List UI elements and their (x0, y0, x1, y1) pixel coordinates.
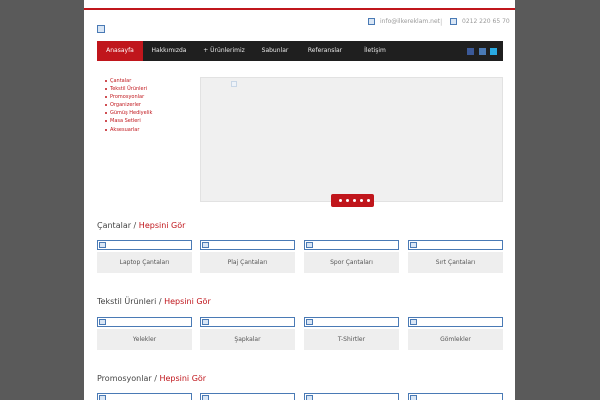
email-contact[interactable]: info@ilkereklam.net (368, 16, 440, 28)
product-image[interactable] (408, 393, 503, 400)
slider-dot[interactable] (339, 199, 342, 202)
category-list: Çantalar Tekstil Ürünleri Promosyonlar O… (104, 77, 152, 134)
email-text[interactable]: info@ilkereklam.net (380, 18, 440, 25)
category-link[interactable]: Aksesuarlar (104, 126, 152, 134)
slide-image-icon (231, 81, 237, 87)
category-link[interactable]: Gümüş Hediyelik (104, 109, 152, 117)
product-image[interactable] (304, 240, 399, 250)
section-separator: / (156, 297, 165, 306)
product-card[interactable]: Gömlekler (408, 317, 503, 350)
see-all-link[interactable]: Hepsini Gör (159, 374, 206, 383)
image-placeholder-icon (306, 395, 313, 400)
category-link[interactable]: Organizerler (104, 101, 152, 109)
image-placeholder-icon (99, 242, 106, 248)
slider-dot[interactable] (353, 199, 356, 202)
image-placeholder-icon (202, 395, 209, 400)
product-label[interactable]: Plaj Çantaları (200, 252, 295, 273)
product-card[interactable]: Şapkalar (200, 317, 295, 350)
product-image[interactable] (97, 317, 192, 327)
category-link[interactable]: Promosyonlar (104, 93, 152, 101)
product-card[interactable]: Sırt Çantaları (408, 240, 503, 273)
slider-dot[interactable] (367, 199, 370, 202)
image-placeholder-icon (306, 319, 313, 325)
slider-dot[interactable] (346, 199, 349, 202)
section-name: Promosyonlar (97, 374, 152, 383)
product-image[interactable] (304, 317, 399, 327)
phone-icon (450, 18, 457, 25)
nav-item-anasayfa[interactable]: Anasayfa (97, 41, 143, 61)
email-icon (368, 18, 375, 25)
category-link[interactable]: Çantalar (104, 77, 152, 85)
product-label[interactable]: Gömlekler (408, 329, 503, 350)
product-image[interactable] (97, 393, 192, 400)
slider-pager (331, 194, 374, 207)
product-image[interactable] (97, 240, 192, 250)
phone-contact: 0212 220 65 70 (450, 16, 510, 28)
linkedin-icon[interactable] (479, 48, 486, 55)
product-card[interactable]: Yelekler (97, 317, 192, 350)
product-label[interactable]: Şapkalar (200, 329, 295, 350)
nav-item-referanslar[interactable]: Referanslar (297, 41, 353, 61)
image-placeholder-icon (410, 395, 417, 400)
logo-image-icon[interactable] (97, 25, 105, 33)
section-separator: / (131, 221, 139, 230)
product-image[interactable] (200, 393, 295, 400)
image-slider[interactable] (200, 77, 503, 207)
product-card[interactable]: Spor Çantaları (304, 240, 399, 273)
category-link[interactable]: Tekstil Ürünleri (104, 85, 152, 93)
category-link[interactable]: Masa Setleri (104, 117, 152, 125)
section-name: Tekstil Ürünleri (97, 297, 157, 306)
product-image[interactable] (304, 393, 399, 400)
image-placeholder-icon (410, 319, 417, 325)
image-placeholder-icon (202, 319, 209, 325)
product-label[interactable]: Sırt Çantaları (408, 252, 503, 273)
phone-text: 0212 220 65 70 (462, 18, 510, 25)
product-image[interactable] (200, 317, 295, 327)
image-placeholder-icon (410, 242, 417, 248)
section-name: Çantalar (97, 221, 132, 230)
section-title: Promosyonlar / Hepsini Gör (97, 374, 206, 383)
product-image[interactable] (200, 240, 295, 250)
image-placeholder-icon (99, 395, 106, 400)
product-card[interactable] (200, 393, 295, 400)
section-title: Çantalar / Hepsini Gör (97, 221, 185, 230)
nav-item-sabunlar[interactable]: Sabunlar (253, 41, 297, 61)
facebook-icon[interactable] (467, 48, 474, 55)
product-label[interactable]: Yelekler (97, 329, 192, 350)
nav-item-iletisim[interactable]: İletişim (353, 41, 397, 61)
image-placeholder-icon (202, 242, 209, 248)
top-accent-bar (84, 8, 515, 10)
product-card[interactable] (97, 393, 192, 400)
product-card[interactable] (408, 393, 503, 400)
nav-item-urunlerimiz[interactable]: + Ürünlerimiz (195, 41, 253, 61)
see-all-link[interactable]: Hepsini Gör (164, 297, 211, 306)
twitter-icon[interactable] (490, 48, 497, 55)
product-image[interactable] (408, 317, 503, 327)
image-placeholder-icon (99, 319, 106, 325)
product-card[interactable]: Laptop Çantaları (97, 240, 192, 273)
section-title: Tekstil Ürünleri / Hepsini Gör (97, 297, 211, 306)
main-nav: Anasayfa Hakkımızda + Ürünlerimiz Sabunl… (97, 41, 503, 61)
see-all-link[interactable]: Hepsini Gör (139, 221, 186, 230)
slider-dot[interactable] (360, 199, 363, 202)
product-card[interactable] (304, 393, 399, 400)
nav-item-hakkimizda[interactable]: Hakkımızda (143, 41, 195, 61)
product-card[interactable]: T-Shirtler (304, 317, 399, 350)
page-container: info@ilkereklam.net | 0212 220 65 70 Ana… (84, 0, 515, 400)
product-label[interactable]: Spor Çantaları (304, 252, 399, 273)
product-image[interactable] (408, 240, 503, 250)
product-label[interactable]: T-Shirtler (304, 329, 399, 350)
image-placeholder-icon (306, 242, 313, 248)
product-card[interactable]: Plaj Çantaları (200, 240, 295, 273)
contact-separator: | (440, 18, 443, 26)
product-label[interactable]: Laptop Çantaları (97, 252, 192, 273)
